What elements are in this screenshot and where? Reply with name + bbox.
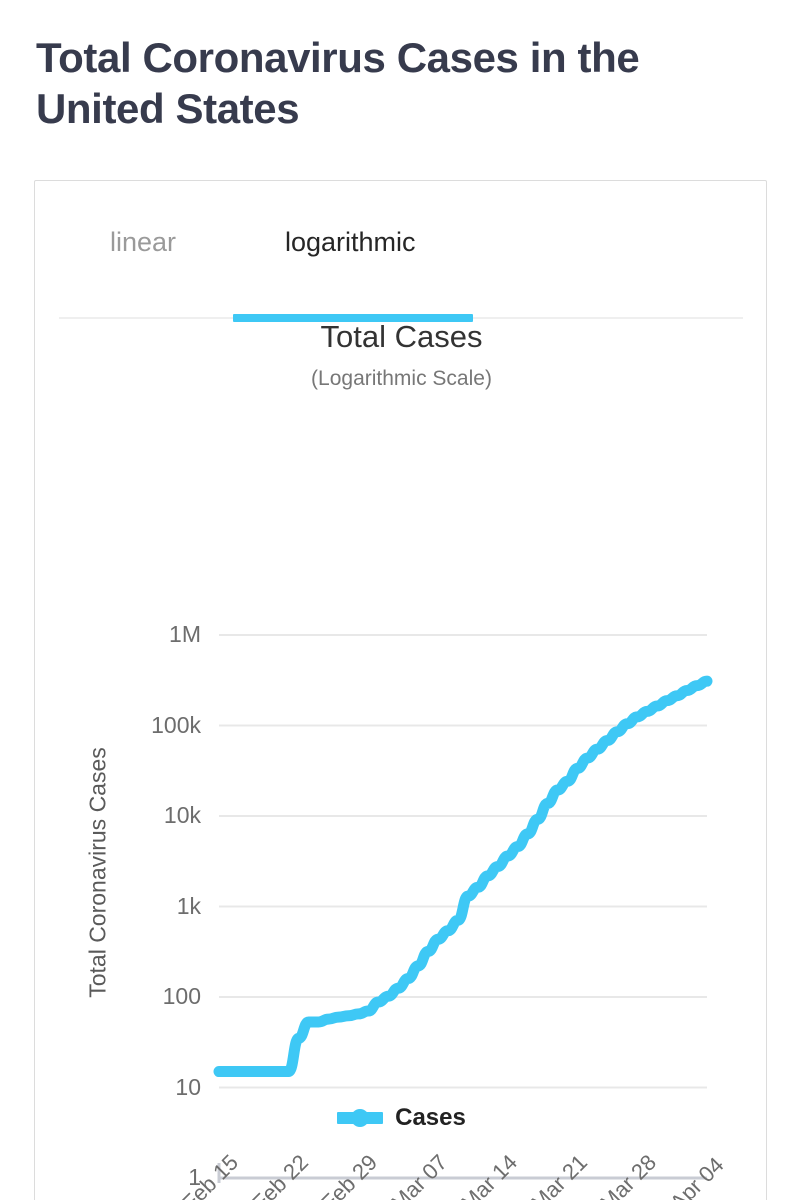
- tab-linear[interactable]: linear: [110, 229, 176, 256]
- scale-tabs: linear logarithmic: [35, 209, 766, 322]
- page-title: Total Coronavirus Cases in the United St…: [36, 34, 640, 133]
- y-tick-5: 10: [175, 1073, 201, 1100]
- screenshot-root: Total Coronavirus Cases in the United St…: [0, 0, 791, 1200]
- plot-area: 1M 100k 10k 1k 100 10 1 Total Coronavirus Case…: [35, 299, 766, 1200]
- chart: Total Cases (Logarithmic Scale) 1M 100k 10…: [35, 299, 766, 1200]
- y-tick-6: 1: [188, 1164, 201, 1190]
- chart-card: linear logarithmic Total Cases (Logarith…: [34, 180, 767, 1200]
- y-axis-label: Total Coronavirus Cases: [84, 747, 111, 998]
- plot-svg: [213, 634, 713, 1183]
- series-line-cases: [213, 675, 713, 1078]
- legend-label-cases: Cases: [395, 1104, 466, 1131]
- legend-line-icon: [337, 1109, 384, 1127]
- chart-legend[interactable]: Cases: [35, 1104, 766, 1132]
- y-tick-0: 1M: [169, 621, 201, 647]
- tab-logarithmic[interactable]: logarithmic: [285, 229, 416, 256]
